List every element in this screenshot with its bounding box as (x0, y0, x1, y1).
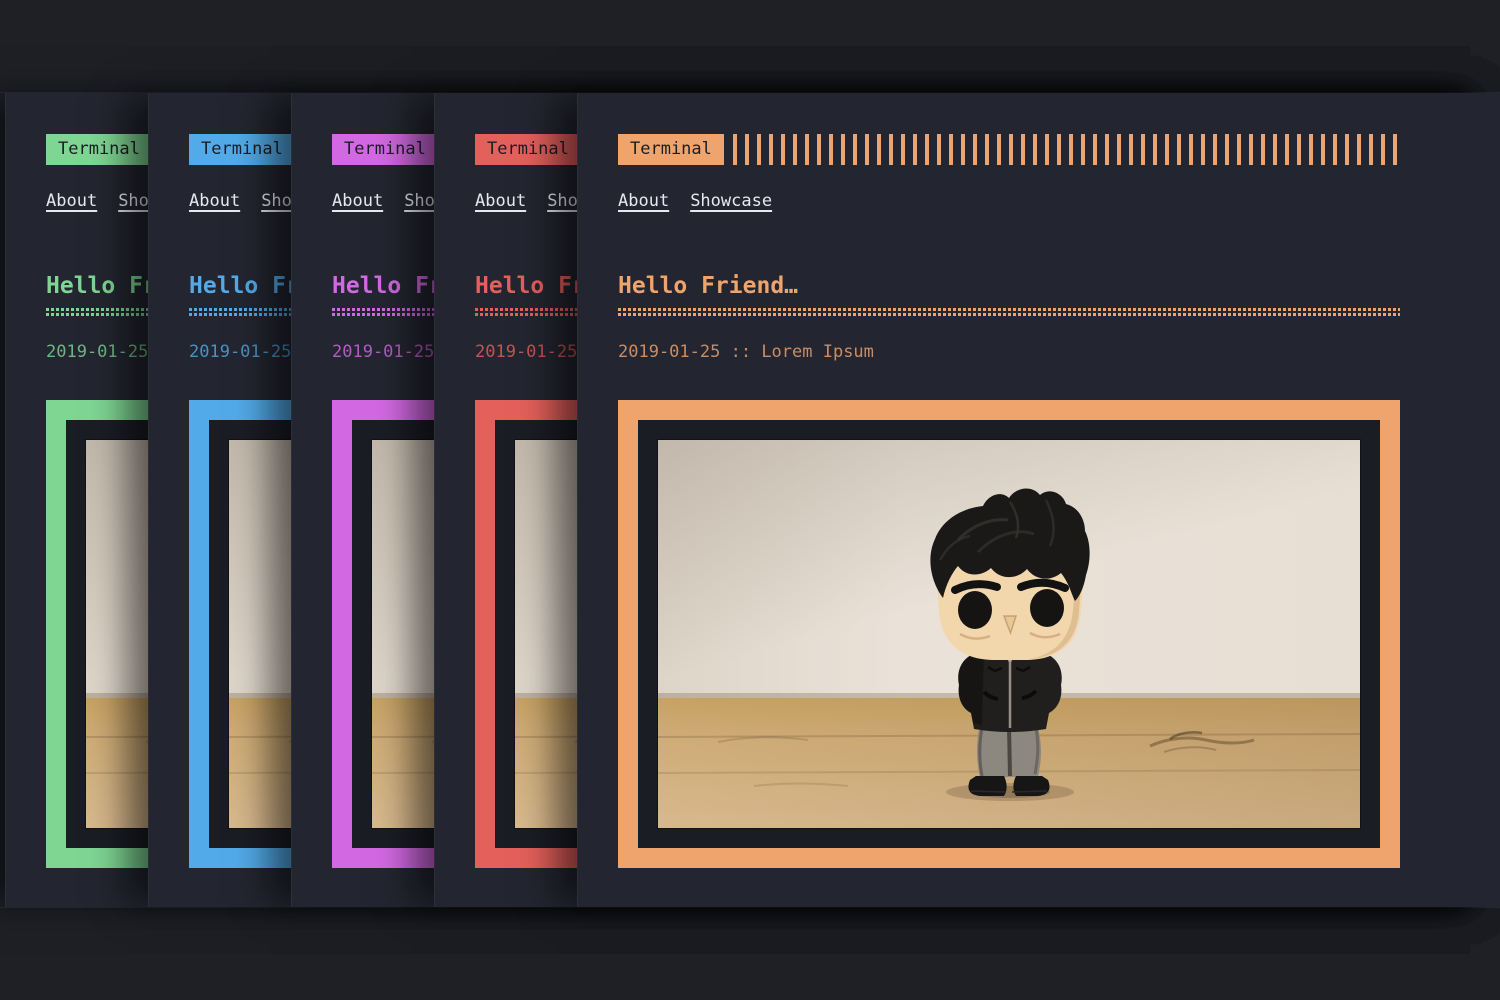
post-category: Lorem Ipsum (761, 342, 874, 362)
post-title: Hello Friend… (618, 273, 1400, 300)
post-image-frame (618, 400, 1400, 868)
post-meta-separator: :: (720, 342, 761, 362)
site-header: Terminal (618, 134, 1400, 165)
panel-content: Terminal About Showcase Hello Friend… 20… (618, 93, 1400, 868)
post-meta: 2019-01-25 :: Lorem Ipsum (618, 341, 1400, 363)
logo-decoration-bars (733, 134, 1400, 165)
funko-pop-photo (658, 440, 1360, 828)
panel-stack: Terminal About Showcase Hello Friend… 20… (0, 92, 1500, 908)
post-date: 2019-01-25 (475, 342, 577, 362)
nav-link-about[interactable]: About (475, 190, 526, 212)
site-logo-badge[interactable]: Terminal (46, 134, 152, 165)
nav-link-about[interactable]: About (332, 190, 383, 212)
nav-link-about[interactable]: About (618, 190, 669, 212)
post-date: 2019-01-25 (332, 342, 434, 362)
site-logo-badge[interactable]: Terminal (475, 134, 581, 165)
site-logo-badge[interactable]: Terminal (332, 134, 438, 165)
post-date: 2019-01-25 (189, 342, 291, 362)
site-logo-badge[interactable]: Terminal (618, 134, 724, 165)
post-date: 2019-01-25 (46, 342, 148, 362)
site-logo-badge[interactable]: Terminal (189, 134, 295, 165)
nav-link-about[interactable]: About (46, 190, 97, 212)
nav-link-about[interactable]: About (189, 190, 240, 212)
title-dotted-separator (618, 308, 1400, 316)
main-menu: About Showcase (618, 190, 1400, 212)
theme-panel-orange: Terminal About Showcase Hello Friend… 20… (577, 93, 1500, 907)
nav-link-showcase[interactable]: Showcase (690, 190, 772, 212)
post-date: 2019-01-25 (618, 342, 720, 362)
